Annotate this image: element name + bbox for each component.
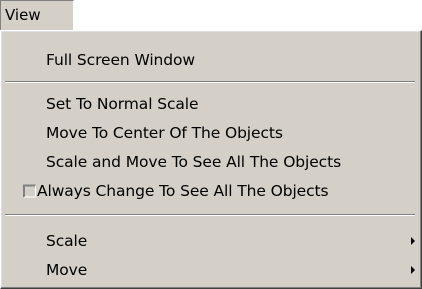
menu-separator (5, 81, 415, 83)
menu-title-view[interactable]: View (0, 0, 74, 31)
menu-item-label: Set To Normal Scale (46, 94, 199, 113)
menu-separator (5, 214, 415, 216)
menu-item-always-change-see-all[interactable]: Always Change To See All The Objects (1, 176, 421, 205)
menu-item-scale-submenu[interactable]: Scale (1, 226, 421, 255)
menu-item-label: Scale and Move To See All The Objects (46, 152, 342, 171)
menu-item-label: Scale (46, 231, 88, 250)
menu-item-full-screen-window[interactable]: Full Screen Window (1, 45, 421, 74)
submenu-arrow-icon (411, 236, 415, 245)
checkbox-icon[interactable] (23, 184, 36, 197)
menu-item-label: Move To Center Of The Objects (46, 123, 283, 142)
menu-item-label: Always Change To See All The Objects (37, 181, 329, 200)
menu-item-scale-and-move-see-all[interactable]: Scale and Move To See All The Objects (1, 147, 421, 176)
view-menu-dropdown: Full Screen Window Set To Normal Scale M… (0, 30, 422, 289)
menu-item-label: Move (46, 260, 88, 279)
menu-item-set-to-normal-scale[interactable]: Set To Normal Scale (1, 89, 421, 118)
submenu-arrow-icon (411, 265, 415, 274)
menu-item-move-to-center[interactable]: Move To Center Of The Objects (1, 118, 421, 147)
menu-item-label: Full Screen Window (46, 50, 195, 69)
menu-item-move-submenu[interactable]: Move (1, 255, 421, 284)
menu-title-label: View (5, 6, 41, 24)
app-stage: View Full Screen Window Set To Normal Sc… (0, 0, 422, 289)
